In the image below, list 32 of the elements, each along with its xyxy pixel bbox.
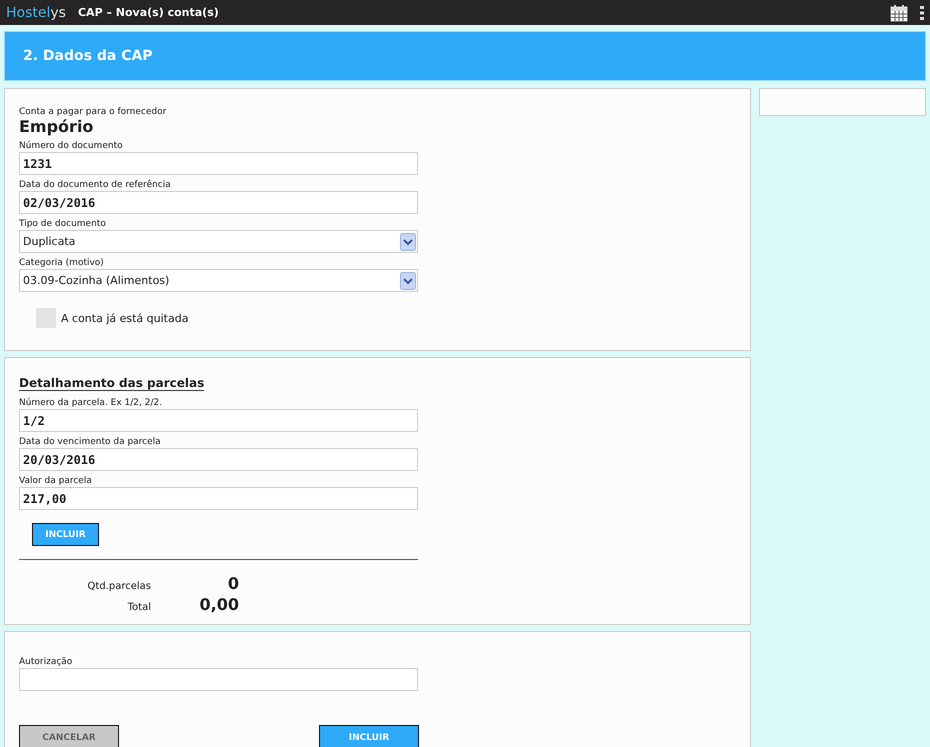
section-title: Detalhamento das parcelas bbox=[19, 376, 204, 391]
window-title: CAP – Nova(s) conta(s) bbox=[78, 6, 220, 19]
field-label: Autorização bbox=[19, 657, 74, 667]
field-label: Valor da parcela bbox=[19, 476, 93, 486]
section-title: 2. Dados da CAP bbox=[23, 48, 153, 64]
caret-icon bbox=[400, 232, 416, 250]
field-label: Número da parcela. Ex 1/2, 2/2. bbox=[19, 398, 164, 408]
summary-value: 0,00 bbox=[198, 595, 239, 614]
summary-value: 0 bbox=[226, 574, 239, 593]
supplier-name: Empório bbox=[19, 117, 94, 136]
field-label: Categoria (motivo) bbox=[19, 258, 105, 268]
caret-icon bbox=[400, 272, 416, 290]
dropdown-field[interactable]: Duplicata bbox=[19, 230, 418, 253]
menu-icon[interactable] bbox=[920, 4, 924, 20]
field-label: Data do documento de referência bbox=[19, 180, 172, 190]
field-label: Número do documento bbox=[19, 141, 124, 151]
calendar-icon[interactable] bbox=[890, 4, 908, 22]
summary-label: Qtd.parcelas bbox=[86, 581, 151, 592]
summary-label: Total bbox=[126, 602, 151, 613]
dropdown-field[interactable]: 03.09-Cozinha (Alimentos) bbox=[19, 269, 418, 292]
input-field[interactable]: 1/2 bbox=[19, 409, 418, 432]
input-field[interactable]: 02/03/2016 bbox=[19, 191, 418, 214]
checkbox-label: A conta já está quitada bbox=[61, 312, 188, 324]
field-label: Data do vencimento da parcela bbox=[19, 437, 162, 447]
app-logo: Hostelys bbox=[6, 4, 66, 20]
input-field[interactable] bbox=[19, 668, 418, 691]
input-field[interactable]: 1231 bbox=[19, 152, 418, 175]
checkbox[interactable] bbox=[36, 308, 56, 328]
supplier-caption: Conta a pagar para o fornecedor bbox=[19, 107, 168, 117]
input-field[interactable]: 217,00 bbox=[19, 487, 418, 510]
input-field[interactable]: 20/03/2016 bbox=[19, 448, 418, 471]
field-label: Tipo de documento bbox=[19, 219, 107, 229]
